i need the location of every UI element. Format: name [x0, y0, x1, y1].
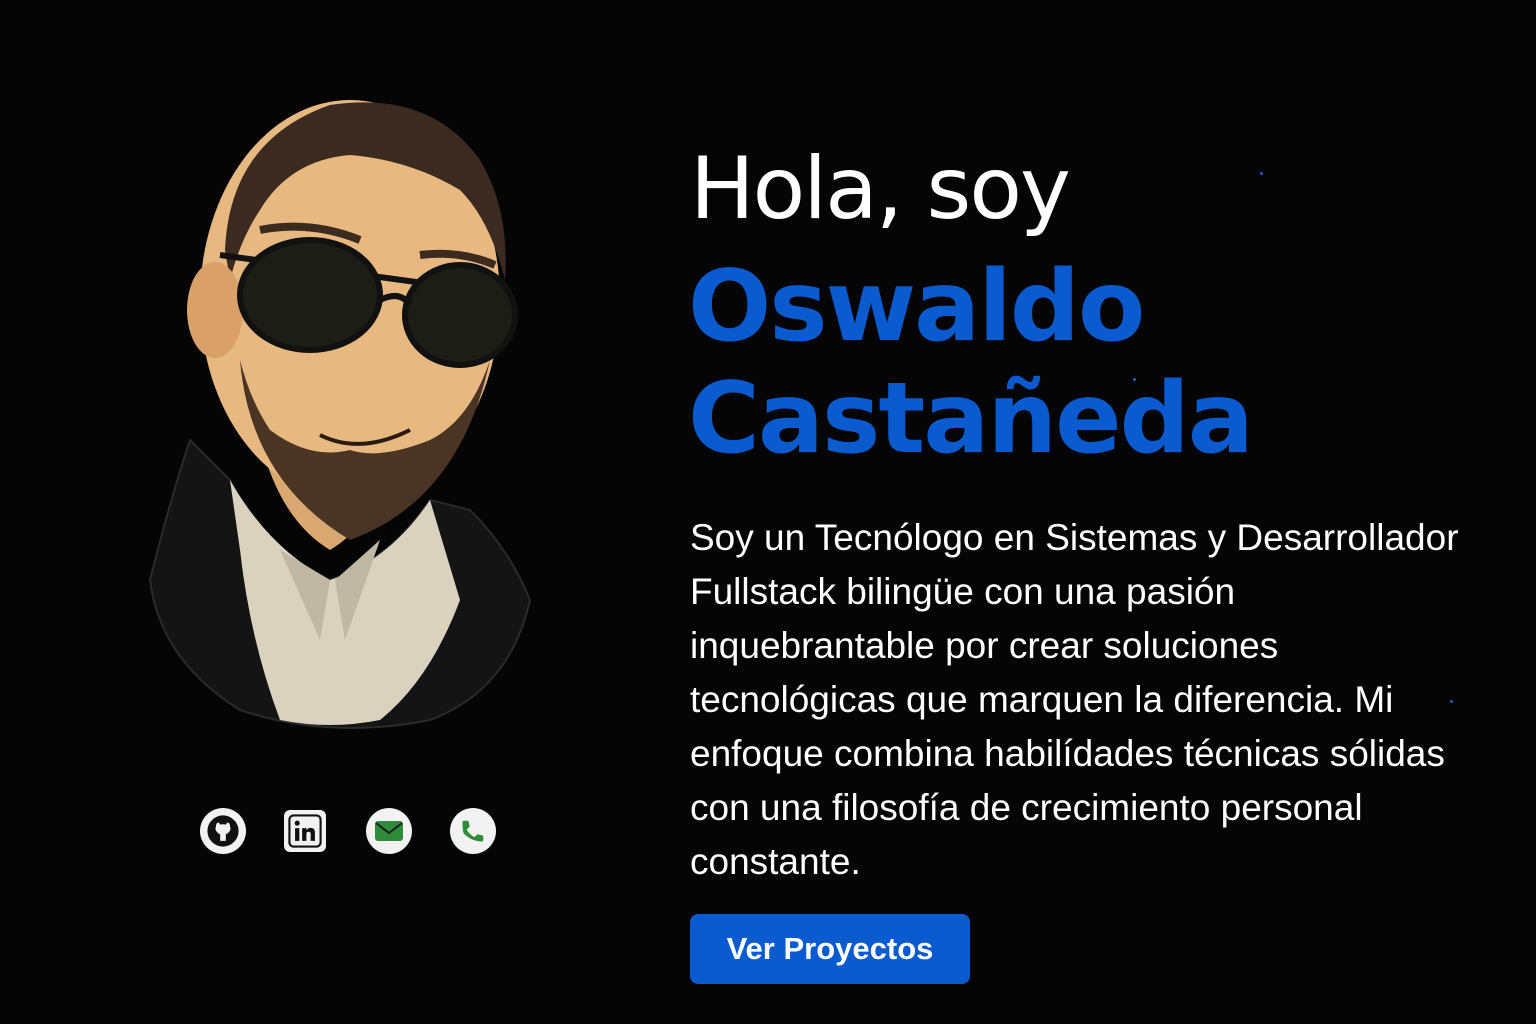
github-icon[interactable]	[200, 808, 246, 854]
decorative-dot	[1133, 378, 1136, 381]
phone-icon[interactable]	[450, 808, 496, 854]
bio-paragraph: Soy un Tecnólogo en Sistemas y Desarroll…	[690, 516, 1459, 882]
name-heading: Oswaldo Castañeda	[688, 251, 1510, 475]
name-first: Oswaldo	[688, 249, 1145, 364]
profile-portrait	[130, 80, 550, 740]
mail-icon[interactable]	[366, 808, 412, 854]
linkedin-icon[interactable]	[284, 810, 326, 852]
view-projects-button[interactable]: Ver Proyectos	[690, 914, 970, 984]
greeting-heading: Hola, soy	[690, 139, 1071, 239]
social-links	[200, 808, 500, 860]
decorative-dot	[1450, 700, 1453, 703]
hero-section: Hola, soy Oswaldo Castañeda Soy un Tecnó…	[688, 130, 1510, 926]
name-last: Castañeda	[688, 361, 1254, 476]
decorative-dot	[1260, 172, 1263, 175]
